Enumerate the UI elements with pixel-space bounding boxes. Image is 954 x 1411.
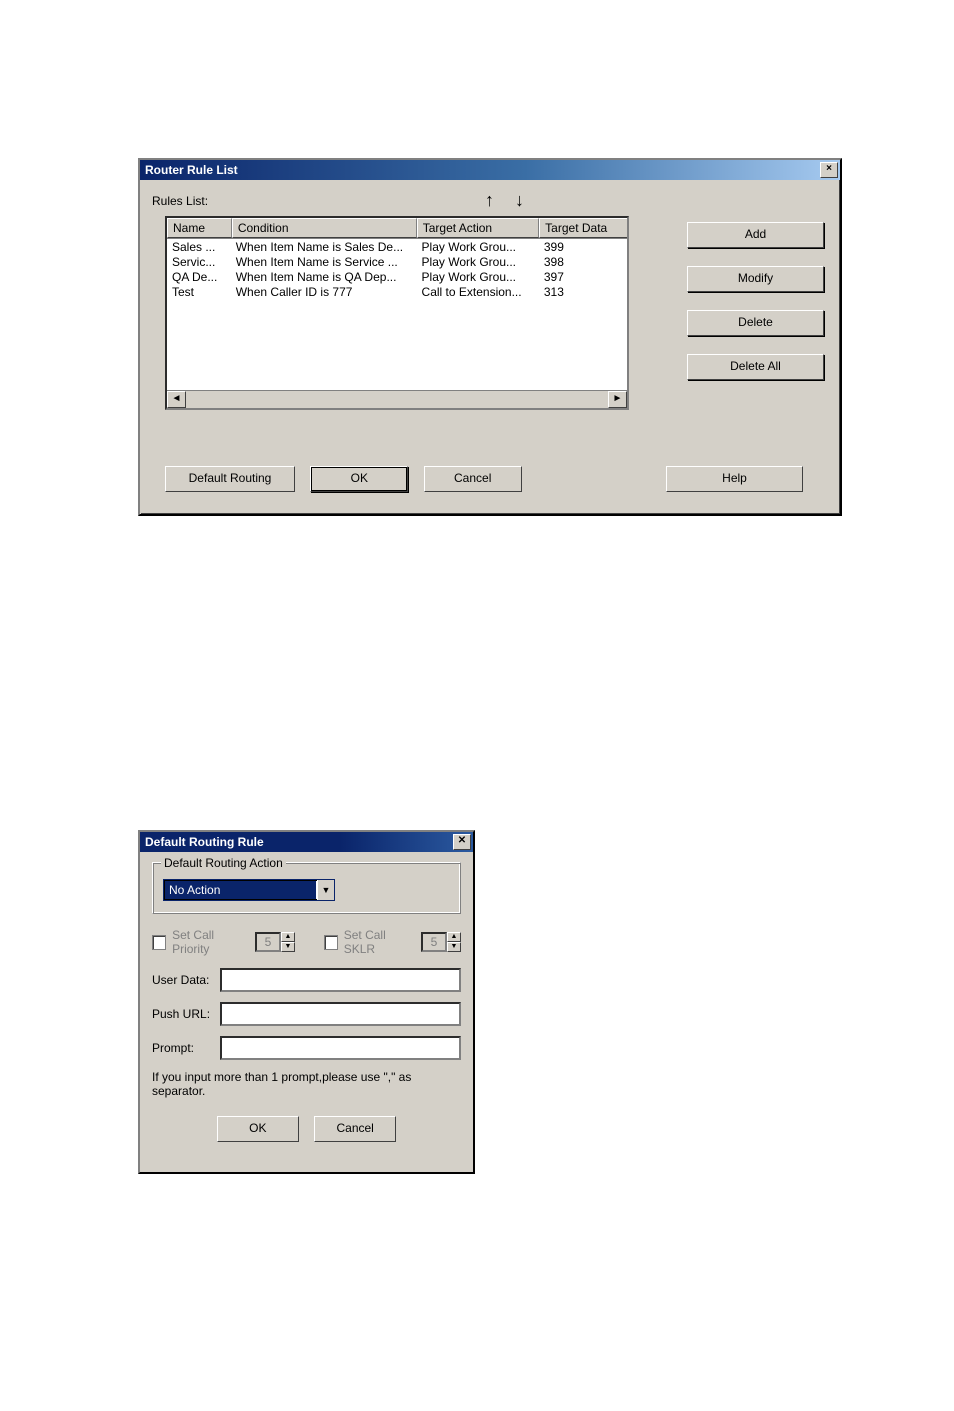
cancel-button[interactable]: Cancel	[314, 1116, 396, 1142]
cell-name: Servic...	[167, 254, 231, 269]
spinner-up-icon[interactable]: ▲	[281, 932, 295, 942]
priority-sklr-row: Set Call Priority 5 ▲ ▼ Set Call SKLR 5 …	[152, 928, 461, 956]
groupbox-legend: Default Routing Action	[161, 856, 286, 870]
cell-condition: When Item Name is Sales De...	[231, 239, 417, 254]
table-row[interactable]: Sales ... When Item Name is Sales De... …	[167, 239, 627, 254]
spinner-up-icon[interactable]: ▲	[447, 932, 461, 942]
cell-data: 398	[539, 254, 627, 269]
spinner-value: 5	[255, 932, 281, 952]
dialog-title: Router Rule List	[145, 163, 820, 177]
user-data-input[interactable]	[220, 968, 461, 992]
cell-action: Play Work Grou...	[417, 269, 539, 284]
prompt-input[interactable]	[220, 1036, 461, 1060]
side-buttons: Add Modify Delete Delete All	[687, 222, 822, 398]
rules-list-label: Rules List:	[152, 194, 208, 208]
rules-listbox[interactable]: Name Condition Target Action Target Data…	[165, 216, 629, 410]
cell-data: 313	[539, 284, 627, 299]
add-button[interactable]: Add	[687, 222, 824, 248]
cell-condition: When Item Name is Service ...	[231, 254, 417, 269]
col-header-name[interactable]: Name	[167, 218, 232, 238]
set-call-sklr-checkbox[interactable]	[324, 935, 338, 950]
cell-data: 399	[539, 239, 627, 254]
col-header-target-data[interactable]: Target Data	[539, 218, 627, 238]
spinner-down-icon[interactable]: ▼	[447, 942, 461, 952]
list-rows: Sales ... When Item Name is Sales De... …	[167, 239, 627, 387]
col-header-condition[interactable]: Condition	[232, 218, 417, 238]
cell-name: Test	[167, 284, 231, 299]
spinner-value: 5	[421, 932, 447, 952]
cell-data: 397	[539, 269, 627, 284]
scroll-right-icon[interactable]: ►	[608, 391, 627, 408]
cell-name: QA De...	[167, 269, 231, 284]
reorder-arrows: ↑ ↓	[485, 190, 532, 211]
push-url-label: Push URL:	[152, 1007, 220, 1021]
call-priority-spinner[interactable]: 5 ▲ ▼	[255, 932, 295, 952]
default-routing-rule-dialog: Default Routing Rule ✕ Default Routing A…	[138, 830, 475, 1174]
cell-name: Sales ...	[167, 239, 231, 254]
modify-button[interactable]: Modify	[687, 266, 824, 292]
spinner-down-icon[interactable]: ▼	[281, 942, 295, 952]
set-call-priority-checkbox[interactable]	[152, 935, 166, 950]
cell-action: Call to Extension...	[417, 284, 539, 299]
horizontal-scrollbar[interactable]: ◄ ►	[167, 390, 627, 408]
delete-all-button[interactable]: Delete All	[687, 354, 824, 380]
chevron-down-icon[interactable]: ▼	[317, 880, 334, 900]
help-button[interactable]: Help	[666, 466, 803, 492]
cell-action: Play Work Grou...	[417, 254, 539, 269]
ok-button[interactable]: OK	[217, 1116, 299, 1142]
col-header-target-action[interactable]: Target Action	[417, 218, 539, 238]
dialog-buttons: OK Cancel	[152, 1116, 461, 1142]
cell-condition: When Caller ID is 777	[231, 284, 417, 299]
default-routing-button[interactable]: Default Routing	[165, 466, 295, 492]
table-row[interactable]: QA De... When Item Name is QA Dep... Pla…	[167, 269, 627, 284]
cancel-button[interactable]: Cancel	[424, 466, 522, 492]
call-sklr-spinner[interactable]: 5 ▲ ▼	[421, 932, 461, 952]
user-data-label: User Data:	[152, 973, 220, 987]
move-up-icon[interactable]: ↑	[485, 190, 502, 211]
close-icon[interactable]: ×	[820, 162, 838, 178]
prompt-hint: If you input more than 1 prompt,please u…	[152, 1070, 461, 1098]
dialog-titlebar[interactable]: Router Rule List ×	[140, 160, 840, 180]
set-call-sklr-label: Set Call SKLR	[344, 928, 415, 956]
bottom-buttons: Default Routing OK Cancel Help	[165, 466, 815, 494]
list-header: Name Condition Target Action Target Data	[167, 218, 627, 239]
ok-button[interactable]: OK	[310, 466, 408, 492]
push-url-input[interactable]	[220, 1002, 461, 1026]
router-rule-list-dialog: Router Rule List × Rules List: ↑ ↓ Name …	[138, 158, 842, 516]
combobox-value: No Action	[165, 881, 316, 899]
delete-button[interactable]: Delete	[687, 310, 824, 336]
routing-action-combobox[interactable]: No Action ▼	[163, 879, 335, 901]
cell-condition: When Item Name is QA Dep...	[231, 269, 417, 284]
dialog-title: Default Routing Rule	[145, 835, 264, 849]
table-row[interactable]: Test When Caller ID is 777 Call to Exten…	[167, 284, 627, 299]
prompt-label: Prompt:	[152, 1041, 220, 1055]
move-down-icon[interactable]: ↓	[515, 190, 532, 211]
cell-action: Play Work Grou...	[417, 239, 539, 254]
dialog-titlebar[interactable]: Default Routing Rule ✕	[140, 832, 473, 852]
default-routing-action-group: Default Routing Action No Action ▼	[152, 862, 461, 914]
table-row[interactable]: Servic... When Item Name is Service ... …	[167, 254, 627, 269]
scroll-left-icon[interactable]: ◄	[167, 391, 186, 408]
close-icon[interactable]: ✕	[453, 834, 471, 850]
set-call-priority-label: Set Call Priority	[172, 928, 249, 956]
